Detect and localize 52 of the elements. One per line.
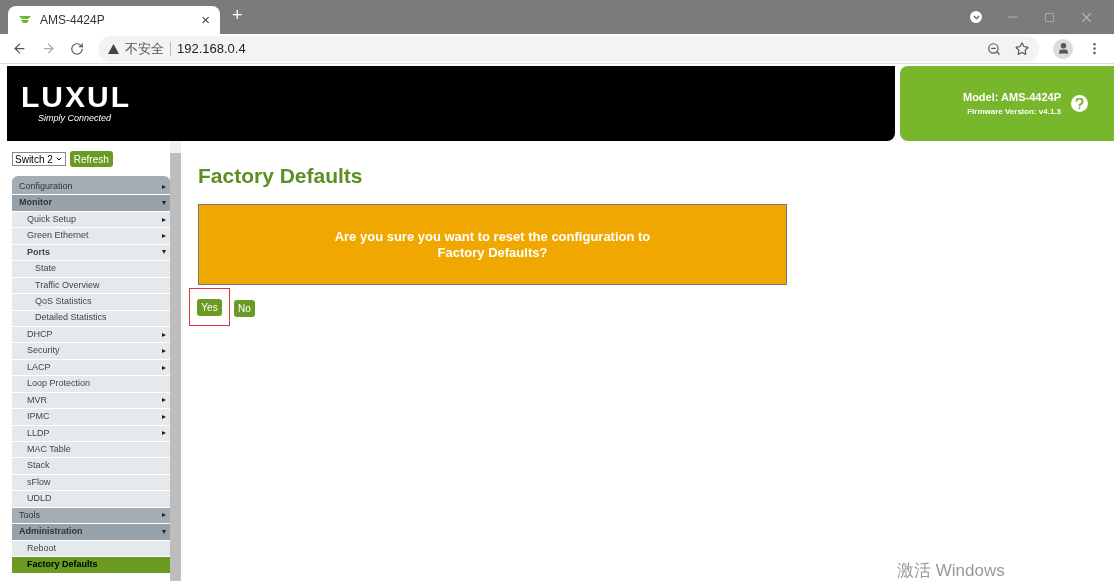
menu-item[interactable]: Stack bbox=[12, 458, 170, 475]
profile-menu-icon[interactable] bbox=[970, 11, 982, 23]
url-text: 192.168.0.4 bbox=[177, 39, 246, 58]
menu-item[interactable]: UDLD bbox=[12, 491, 170, 508]
firmware-text: Firmware Version: v4.1.3 bbox=[967, 105, 1061, 118]
confirm-message: Are you sure you want to reset the configuration to Factory Defaults? bbox=[333, 228, 652, 261]
new-tab-button[interactable]: + bbox=[232, 2, 243, 29]
menu-item[interactable]: State bbox=[12, 261, 170, 278]
caret-right-icon bbox=[162, 332, 166, 337]
logo-text: LUXUL bbox=[21, 81, 132, 112]
menu-item[interactable]: Security bbox=[12, 343, 170, 360]
tab-close-button[interactable]: × bbox=[201, 8, 210, 32]
reload-icon[interactable] bbox=[70, 41, 84, 56]
caret-right-icon bbox=[162, 398, 166, 403]
menu-item[interactable]: IPMC bbox=[12, 409, 170, 426]
caret-right-icon bbox=[162, 184, 166, 189]
address-bar[interactable]: 不安全 192.168.0.4 bbox=[98, 35, 1039, 62]
model-text: Model: AMS-4424P bbox=[963, 90, 1061, 106]
caret-right-icon bbox=[162, 431, 166, 436]
help-icon[interactable] bbox=[1071, 95, 1088, 112]
warning-icon bbox=[108, 43, 119, 54]
menu-item[interactable]: Administration bbox=[12, 524, 170, 541]
caret-right-icon bbox=[162, 234, 166, 239]
menu-item[interactable]: Monitor bbox=[12, 195, 170, 212]
bookmark-star-icon[interactable] bbox=[1015, 41, 1029, 56]
forward-icon[interactable] bbox=[41, 41, 56, 56]
back-icon[interactable] bbox=[12, 41, 27, 56]
caret-down-icon bbox=[162, 529, 166, 534]
chevron-down-icon bbox=[54, 155, 63, 163]
avatar-icon[interactable] bbox=[1053, 38, 1073, 59]
page-title: Factory Defaults bbox=[198, 164, 364, 188]
security-label: 不安全 bbox=[125, 39, 164, 58]
menu-item[interactable]: Factory Defaults bbox=[12, 557, 170, 574]
menu-item[interactable]: Loop Protection bbox=[12, 376, 170, 393]
menu-item[interactable]: MAC Table bbox=[12, 442, 170, 459]
caret-down-icon bbox=[162, 201, 166, 206]
switch-select[interactable]: Switch 2 bbox=[12, 152, 66, 166]
caret-right-icon bbox=[162, 349, 166, 354]
menu-item[interactable]: Green Ethernet bbox=[12, 228, 170, 245]
caret-right-icon bbox=[162, 414, 166, 419]
zoom-icon[interactable] bbox=[987, 41, 1001, 56]
menu-item[interactable]: QoS Statistics bbox=[12, 294, 170, 311]
caret-right-icon bbox=[162, 217, 166, 222]
caret-down-icon bbox=[162, 250, 166, 255]
logo-icon bbox=[18, 14, 32, 26]
activation-notice: 激活 Windows bbox=[897, 561, 1005, 581]
caret-right-icon bbox=[162, 365, 166, 370]
logo-tagline: Simply Connected bbox=[38, 111, 113, 125]
menu-item[interactable]: Configuration bbox=[12, 179, 170, 196]
browser-tab[interactable]: AMS-4424P × bbox=[8, 6, 220, 34]
caret-right-icon bbox=[162, 513, 166, 518]
tab-title: AMS-4424P bbox=[40, 12, 106, 29]
